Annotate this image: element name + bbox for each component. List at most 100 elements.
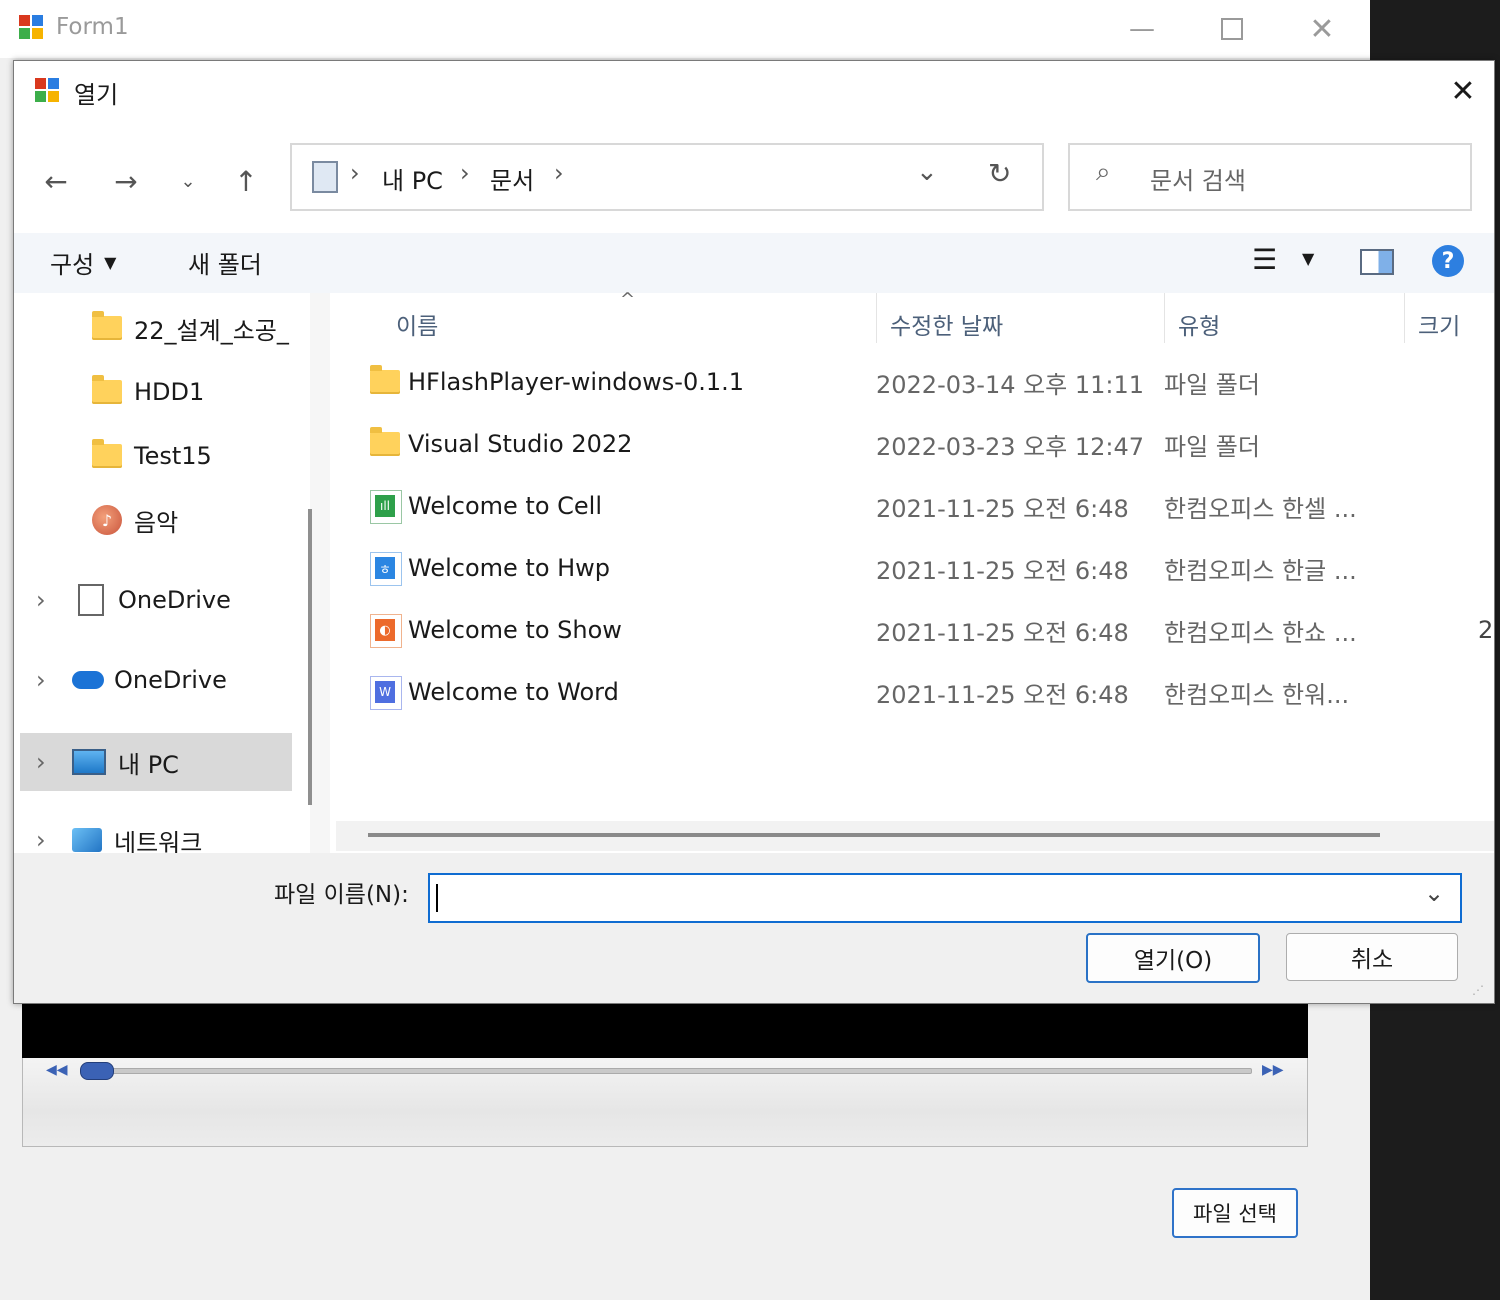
sidebar-item-label: Test15 [134,442,212,470]
horizontal-scroll-thumb[interactable] [368,833,1380,837]
fast-forward-icon[interactable]: ▶▶ [1262,1062,1284,1078]
expand-chevron-icon[interactable]: › [36,666,56,694]
table-row[interactable]: ıll Welcome to Cell 2021-11-25 오전 6:48 한… [330,475,1480,537]
sidebar-scrollbar[interactable] [308,509,312,805]
file-name: Welcome to Cell [408,492,602,520]
sidebar-item-onedrive[interactable]: › OneDrive [14,651,306,709]
file-type: 한컴오피스 한셀 ... [1164,494,1357,523]
address-dropdown-icon[interactable]: ⌄ [916,157,938,187]
file-type: 한컴오피스 한쇼 ... [1164,618,1357,647]
column-header-size[interactable]: 크기 [1418,301,1460,347]
search-icon: ⌕ [1096,157,1111,187]
hwp-icon: ㅎ [370,552,402,586]
chevron-down-icon[interactable]: ⌄ [1424,879,1444,907]
file-date: 2021-11-25 오전 6:48 [876,556,1129,585]
column-header-type[interactable]: 유형 [1178,301,1220,347]
sidebar-item-label: OneDrive [114,666,227,694]
refresh-icon[interactable]: ↻ [988,157,1011,190]
table-row[interactable]: HFlashPlayer-windows-0.1.1 2022-03-14 오후… [330,351,1480,413]
expand-chevron-icon[interactable]: › [36,826,56,854]
pane-splitter[interactable] [310,293,330,853]
sidebar-item-onedrive-personal[interactable]: › OneDrive [14,571,306,629]
search-box[interactable]: ⌕ 문서 검색 [1068,143,1472,211]
file-type: 파일 폴더 [1164,432,1260,461]
forward-button[interactable]: → [106,161,146,201]
file-date: 2022-03-23 오후 12:47 [876,432,1145,461]
file-date: 2021-11-25 오전 6:48 [876,618,1129,647]
sidebar-item-label: 음악 [134,508,179,537]
expand-chevron-icon[interactable]: › [36,748,56,776]
file-name: Visual Studio 2022 [408,430,633,458]
table-row[interactable]: Visual Studio 2022 2022-03-23 오후 12:47 파… [330,413,1480,475]
resize-grip-icon[interactable]: ⋰ [1472,983,1484,997]
sidebar-item-music[interactable]: ♪ 음악 [14,491,306,549]
pick-file-button[interactable]: 파일 선택 [1172,1188,1298,1238]
organize-label: 구성 [50,251,95,279]
seek-thumb[interactable] [80,1062,114,1080]
open-button[interactable]: 열기(O) [1086,933,1260,983]
table-row[interactable]: ㅎ Welcome to Hwp 2021-11-25 오전 6:48 한컴오피… [330,537,1480,599]
expand-chevron-icon[interactable]: › [36,586,56,614]
close-button[interactable]: ✕ [1277,0,1367,58]
file-date: 2021-11-25 오전 6:48 [876,680,1129,709]
column-divider[interactable] [876,293,877,343]
sidebar-item-hdd1[interactable]: HDD1 [14,363,306,421]
navigation-pane: 22_설계_소공_ HDD1 Test15 ♪ 음악 › OneDrive › … [14,293,306,857]
seek-track[interactable] [100,1068,1252,1074]
file-type: 한컴오피스 한워... [1164,680,1350,709]
file-type: 한컴오피스 한글 ... [1164,556,1357,585]
back-arrow-icon: ← [44,164,68,198]
network-icon [72,828,102,852]
minimize-button[interactable]: — [1097,0,1187,58]
table-row[interactable]: W Welcome to Word 2021-11-25 오전 6:48 한컴오… [330,661,1480,723]
sidebar-item-this-pc[interactable]: › 내 PC [20,733,292,791]
chevron-right-icon: › [460,159,470,187]
sidebar-item-label: HDD1 [134,378,205,406]
sidebar-item-label: 22_설계_소공_ [134,316,289,345]
sidebar-item-test15[interactable]: Test15 [14,427,306,485]
sidebar-item-label: OneDrive [118,586,231,614]
sidebar-item-folder1[interactable]: 22_설계_소공_ [14,299,306,357]
up-arrow-icon: ↑ [234,164,258,198]
address-bar[interactable]: › 내 PC › 문서 › ⌄ ↻ [290,143,1044,211]
close-icon: ✕ [1309,11,1335,47]
back-button[interactable]: ← [36,161,76,201]
folder-icon [370,365,400,398]
column-header-name[interactable]: 이름 [396,301,438,347]
sort-ascending-icon: ^ [620,289,636,310]
breadcrumb-item-pc[interactable]: 내 PC [382,161,443,196]
filename-combobox[interactable]: ⌄ [428,873,1462,923]
folder-icon [92,311,122,340]
file-name: Welcome to Hwp [408,554,611,582]
column-header-date[interactable]: 수정한 날짜 [890,301,1003,347]
file-name: Welcome to Show [408,616,622,644]
hancell-icon: ıll [370,490,402,524]
maximize-button[interactable] [1187,0,1277,58]
caret-down-icon[interactable]: ▼ [1302,249,1314,268]
file-type: 파일 폴더 [1164,370,1260,399]
filename-label: 파일 이름(N): [274,882,409,908]
folder-icon [370,427,400,460]
new-folder-button[interactable]: 새 폴더 [188,245,262,280]
recent-locations-button[interactable]: ⌄ [168,161,208,201]
file-size: 2 [1478,616,1494,644]
dialog-close-button[interactable]: ✕ [1438,71,1488,111]
cancel-button[interactable]: 취소 [1286,933,1458,981]
cloud-icon [72,671,104,689]
breadcrumb-item-documents[interactable]: 문서 [490,161,534,196]
preview-pane-icon[interactable] [1360,249,1394,275]
hanshow-icon: ◐ [370,614,402,648]
help-icon[interactable]: ? [1432,245,1464,277]
up-button[interactable]: ↑ [226,161,266,201]
folder-icon [92,439,122,468]
column-divider[interactable] [1404,293,1405,343]
rewind-icon[interactable]: ◀◀ [46,1062,68,1078]
chevron-right-icon: › [554,159,564,187]
organize-button[interactable]: 구성 ▼ [50,245,116,280]
video-area [22,1000,1308,1058]
forward-arrow-icon: → [114,164,138,198]
table-row[interactable]: ◐ Welcome to Show 2021-11-25 오전 6:48 한컴오… [330,599,1493,661]
view-options-icon[interactable]: ☰ [1252,243,1277,276]
column-divider[interactable] [1164,293,1165,343]
dialog-app-icon [34,77,60,103]
